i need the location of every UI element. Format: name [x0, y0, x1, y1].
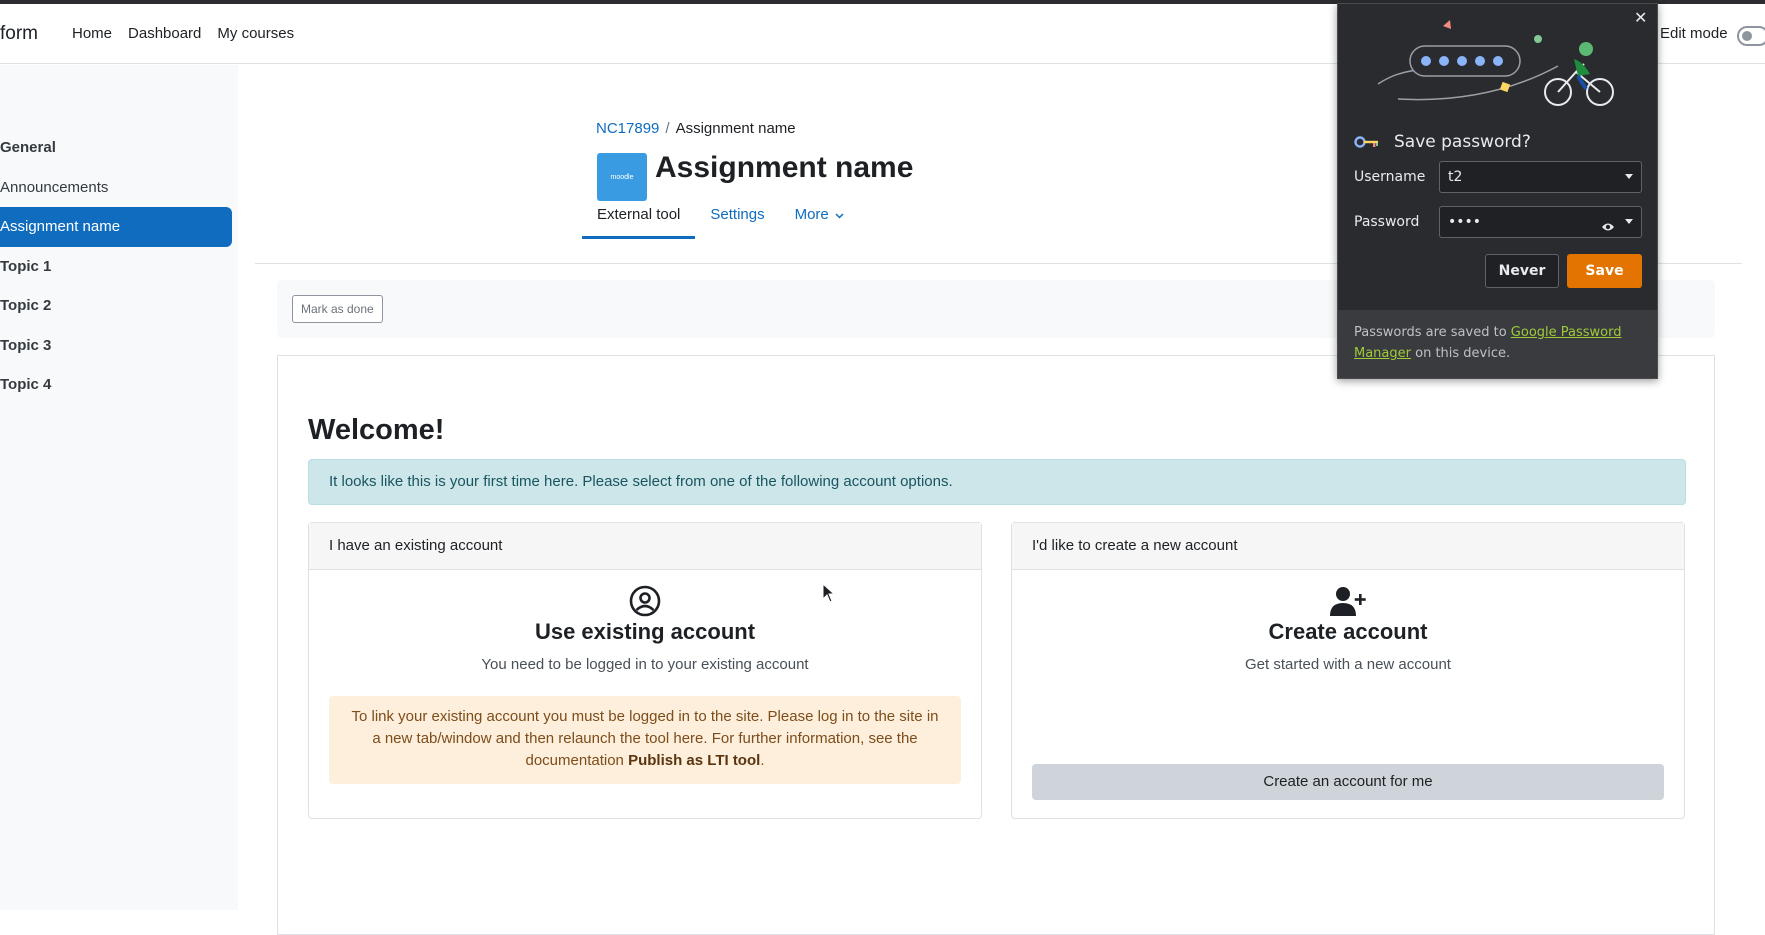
card-header: I have an existing account — [309, 523, 981, 570]
tab-more-label: More — [794, 206, 829, 223]
dropdown-caret-icon[interactable] — [1625, 219, 1633, 224]
chevron-down-icon — [835, 213, 844, 219]
sidebar-item-announcements[interactable]: Announcements — [0, 179, 108, 196]
info-alert: It looks like this is your first time he… — [308, 459, 1686, 505]
popup-footer: Passwords are saved to Google Password M… — [1338, 310, 1657, 378]
primary-nav: Home Dashboard My courses — [72, 25, 294, 42]
password-field[interactable]: •••• — [1439, 206, 1642, 238]
close-icon[interactable]: ✕ — [1634, 8, 1647, 27]
mark-as-done-button[interactable]: Mark as done — [292, 295, 383, 323]
secondary-nav-tabs: External tool Settings More — [582, 200, 859, 240]
publish-lti-link[interactable]: Publish as LTI tool — [628, 752, 760, 769]
dropdown-caret-icon[interactable] — [1625, 174, 1633, 179]
sidebar-item-topic-2[interactable]: Topic 2 — [0, 297, 51, 314]
never-button[interactable]: Never — [1485, 254, 1559, 288]
existing-account-card: I have an existing account Use existing … — [308, 522, 982, 819]
page-title: Assignment name — [655, 151, 914, 184]
activity-logo: moodle — [597, 153, 647, 201]
tab-external-tool[interactable]: External tool — [582, 200, 696, 239]
breadcrumb-separator: / — [665, 120, 670, 137]
popup-title: Save password? — [1394, 132, 1531, 152]
tab-more[interactable]: More — [780, 200, 859, 239]
sidebar-item-assignment[interactable]: Assignment name — [0, 207, 232, 247]
breadcrumb-course-link[interactable]: NC17899 — [596, 120, 659, 137]
breadcrumb: NC17899 / Assignment name — [596, 120, 796, 137]
user-plus-icon — [1012, 585, 1684, 622]
password-value: •••• — [1448, 214, 1482, 230]
footer-prefix: Passwords are saved to — [1354, 325, 1507, 340]
sidebar-item-topic-3[interactable]: Topic 3 — [0, 337, 51, 354]
site-brand[interactable]: form — [0, 23, 38, 45]
welcome-heading: Welcome! — [308, 414, 445, 446]
nav-my-courses[interactable]: My courses — [217, 25, 294, 42]
sidebar-item-topic-1[interactable]: Topic 1 — [0, 258, 51, 275]
save-password-popup: ✕ Save password? Username t2 Password ••… — [1337, 3, 1658, 379]
footer-suffix: on this device. — [1415, 346, 1511, 361]
nav-home[interactable]: Home — [72, 25, 112, 42]
nav-dashboard[interactable]: Dashboard — [128, 25, 201, 42]
toggle-knob — [1742, 31, 1752, 41]
mouse-cursor-icon — [822, 583, 836, 603]
course-index-sidebar: General Announcements Assignment name To… — [0, 65, 238, 910]
username-label: Username — [1354, 169, 1426, 185]
card-header: I'd like to create a new account — [1012, 523, 1684, 570]
username-field[interactable]: t2 — [1439, 161, 1642, 193]
password-label: Password — [1354, 214, 1420, 230]
username-value: t2 — [1448, 169, 1463, 185]
eye-icon[interactable] — [1601, 214, 1615, 244]
logo-text: moodle — [610, 173, 634, 181]
warning-end: . — [760, 752, 765, 769]
edit-mode-toggle[interactable] — [1737, 26, 1765, 46]
card-subtitle: Get started with a new account — [1245, 656, 1451, 673]
sidebar-item-topic-4[interactable]: Topic 4 — [0, 376, 51, 393]
password-illustration-icon — [1377, 20, 1614, 106]
lti-content-frame: Welcome! It looks like this is your firs… — [277, 355, 1715, 935]
user-circle-icon — [309, 585, 981, 622]
save-button[interactable]: Save — [1567, 254, 1642, 288]
new-account-card: I'd like to create a new account Create … — [1011, 522, 1685, 819]
card-title: Create account — [1268, 619, 1428, 644]
create-account-button[interactable]: Create an account for me — [1032, 764, 1664, 800]
breadcrumb-current: Assignment name — [675, 120, 796, 137]
card-subtitle: You need to be logged in to your existin… — [481, 656, 809, 673]
key-icon — [1354, 136, 1378, 148]
card-title: Use existing account — [534, 619, 756, 644]
warning-alert: To link your existing account you must b… — [329, 696, 961, 784]
sidebar-item-general[interactable]: General — [0, 139, 56, 156]
edit-mode-label: Edit mode — [1660, 25, 1728, 42]
tab-settings[interactable]: Settings — [695, 200, 779, 239]
